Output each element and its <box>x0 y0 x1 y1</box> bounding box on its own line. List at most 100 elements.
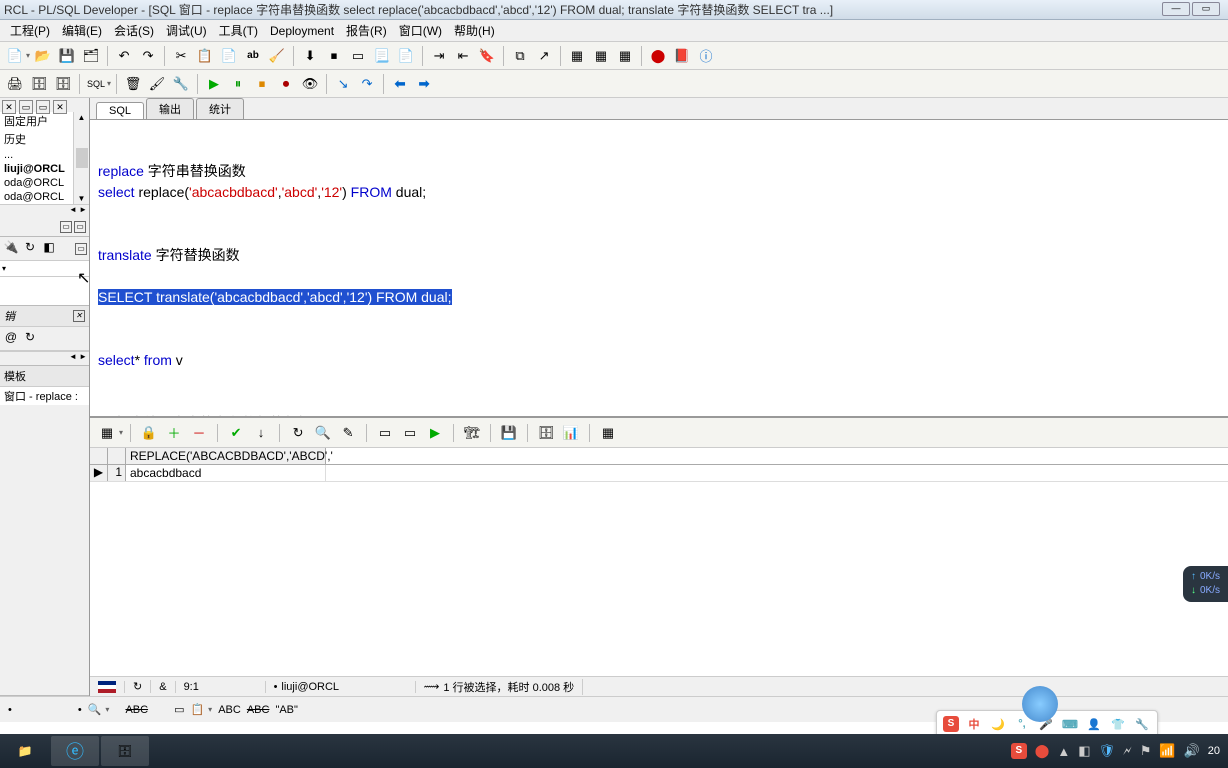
db1-icon[interactable]: 🗄 <box>28 73 50 95</box>
save-icon[interactable]: 💾 <box>56 45 78 67</box>
min-tab-icon[interactable]: ▭ <box>36 100 50 114</box>
status-refresh[interactable]: ↻ <box>125 680 151 693</box>
at-icon[interactable]: @ <box>2 330 20 348</box>
add-row-icon[interactable]: ＋ <box>163 422 185 444</box>
settings-icon[interactable]: 🔧 <box>170 73 192 95</box>
forward-icon[interactable]: ➡ <box>413 73 435 95</box>
tray-clock[interactable]: 20 <box>1208 745 1220 757</box>
sidebar-scrollbar[interactable]: ▲ ▼ <box>73 112 89 204</box>
rec-icon[interactable]: ⬤ <box>647 45 669 67</box>
menu-debug[interactable]: 调试(U) <box>160 20 213 41</box>
refresh-icon[interactable]: ↻ <box>287 422 309 444</box>
bt-dot-icon[interactable]: • <box>8 704 12 716</box>
bt-copy-icon[interactable]: 📋 <box>190 703 204 716</box>
menu-session[interactable]: 会话(S) <box>108 20 160 41</box>
redo-icon[interactable]: ↷ <box>137 45 159 67</box>
uppercase-icon[interactable]: ab <box>242 45 264 67</box>
dropdown-icon[interactable]: ▾ <box>26 51 30 60</box>
objects-tree[interactable] <box>0 277 89 305</box>
tray-flag-icon[interactable]: ⚑ <box>1140 743 1152 759</box>
export-save-icon[interactable]: 💾 <box>498 422 520 444</box>
brush-icon[interactable]: 🖌 <box>146 73 168 95</box>
dropdown-icon[interactable]: ▾ <box>105 705 109 714</box>
clear-icon[interactable]: 🧹 <box>266 45 288 67</box>
doc2-icon[interactable]: 📄 <box>395 45 417 67</box>
results-grid[interactable]: REPLACE('ABCACBDBACD','ABCD',' ▶ 1 abcac… <box>90 448 1228 676</box>
cell-value[interactable]: abcacbdbacd <box>126 465 326 481</box>
print-icon[interactable]: 🖨 <box>4 73 26 95</box>
stop2-icon[interactable]: ⏹ <box>251 73 273 95</box>
tab-sql[interactable]: SQL <box>96 102 144 119</box>
history-item[interactable]: 历史 <box>0 130 73 148</box>
saveall-icon[interactable]: 🗂 <box>80 45 102 67</box>
ime-shirt-icon[interactable]: 👕 <box>1109 715 1127 733</box>
window-icon[interactable]: ▭ <box>347 45 369 67</box>
scrollbar-thumb[interactable] <box>76 148 88 168</box>
table-row[interactable]: ▶ 1 abcacbdbacd <box>90 465 1228 482</box>
stepover-icon[interactable]: ↷ <box>356 73 378 95</box>
open-icon[interactable]: 📂 <box>32 45 54 67</box>
scroll-down-icon[interactable]: ▼ <box>78 194 86 203</box>
dropdown-icon[interactable]: ▾ <box>119 428 123 437</box>
connection-item-3[interactable]: oda@ORCL <box>0 190 73 204</box>
step-icon[interactable]: ⬇ <box>299 45 321 67</box>
lock-icon[interactable]: 🔒 <box>138 422 160 444</box>
break-icon[interactable]: ⏺ <box>275 73 297 95</box>
copy-icon[interactable]: 📋 <box>194 45 216 67</box>
struct-icon[interactable]: 🏗 <box>461 422 483 444</box>
close-tab-icon[interactable]: ✕ <box>2 100 16 114</box>
menu-window[interactable]: 窗口(W) <box>393 20 448 41</box>
sogou-icon[interactable]: S <box>943 716 959 732</box>
new-icon[interactable]: 📄 <box>4 45 26 67</box>
stepinto-icon[interactable]: ↘ <box>332 73 354 95</box>
outdent-icon[interactable]: ⇤ <box>452 45 474 67</box>
ime-user-icon[interactable]: 👤 <box>1085 715 1103 733</box>
panel-icon-2[interactable]: ▭ <box>74 221 86 233</box>
sql-editor[interactable]: replace 字符串替换函数 select replace('abcacbdb… <box>90 120 1228 416</box>
minimize-button[interactable]: — <box>1162 2 1190 16</box>
dropdown-icon[interactable]: ▾ <box>208 705 212 714</box>
db2-icon[interactable]: 🗄 <box>52 73 74 95</box>
window-list-item[interactable]: 窗口 - replace : <box>0 387 89 405</box>
book-icon[interactable]: 📕 <box>671 45 693 67</box>
indent-icon[interactable]: ⇥ <box>428 45 450 67</box>
tray-battery-icon[interactable]: 🗲 <box>1123 743 1132 759</box>
play-icon[interactable]: ▶ <box>203 73 225 95</box>
connection-item-2[interactable]: oda@ORCL <box>0 176 73 190</box>
hscroll[interactable]: ◄ ► <box>0 204 89 218</box>
tray-up-icon[interactable]: ▲ <box>1057 744 1070 759</box>
paste-icon[interactable]: 📄 <box>218 45 240 67</box>
dropdown-icon[interactable]: ▾ <box>107 79 111 88</box>
obj-icon[interactable]: ◧ <box>40 240 58 258</box>
tray-sogou-icon[interactable]: S <box>1011 743 1027 759</box>
restore-tab-icon[interactable]: ▭ <box>19 100 33 114</box>
menu-project[interactable]: 工程(P) <box>4 20 56 41</box>
bt-abc2[interactable]: ABC <box>218 704 241 716</box>
ref2-icon[interactable]: ↻ <box>21 330 39 348</box>
tab-output[interactable]: 输出 <box>146 98 194 119</box>
find-icon[interactable]: 🔍 <box>312 422 334 444</box>
next-icon[interactable]: ▶ <box>424 422 446 444</box>
ime-moon-icon[interactable]: 🌙 <box>989 715 1007 733</box>
tray-wifi-icon[interactable]: 📶 <box>1159 743 1175 759</box>
filter-input[interactable]: ▾ <box>0 261 89 277</box>
pause-icon[interactable]: ⏸ <box>227 73 249 95</box>
db-icon[interactable]: 🗄 <box>535 422 557 444</box>
ime-keyboard-icon[interactable]: ⌨ <box>1061 715 1079 733</box>
scroll-up-icon[interactable]: ▲ <box>78 113 86 122</box>
bt-dot2-icon[interactable]: • <box>78 704 82 716</box>
chart-icon[interactable]: 📊 <box>560 422 582 444</box>
trash-icon[interactable]: 🗑 <box>122 73 144 95</box>
stop-icon[interactable]: ⏹ <box>323 45 345 67</box>
menu-help[interactable]: 帮助(H) <box>448 20 501 41</box>
tray-app-icon[interactable]: ◧ <box>1078 743 1090 759</box>
close-panel-icon[interactable]: ✕ <box>73 310 85 322</box>
tray-shield-icon[interactable]: 🛡 <box>1099 743 1116 759</box>
undo-icon[interactable]: ↶ <box>113 45 135 67</box>
sql-icon[interactable]: SQL <box>85 73 107 95</box>
grid2-icon[interactable]: ▦ <box>590 45 612 67</box>
max-tab-icon[interactable]: ✕ <box>53 100 67 114</box>
menu-deployment[interactable]: Deployment <box>264 22 340 40</box>
ref-icon[interactable]: ↻ <box>21 240 39 258</box>
ime-zhong-icon[interactable]: 中 <box>965 715 983 733</box>
